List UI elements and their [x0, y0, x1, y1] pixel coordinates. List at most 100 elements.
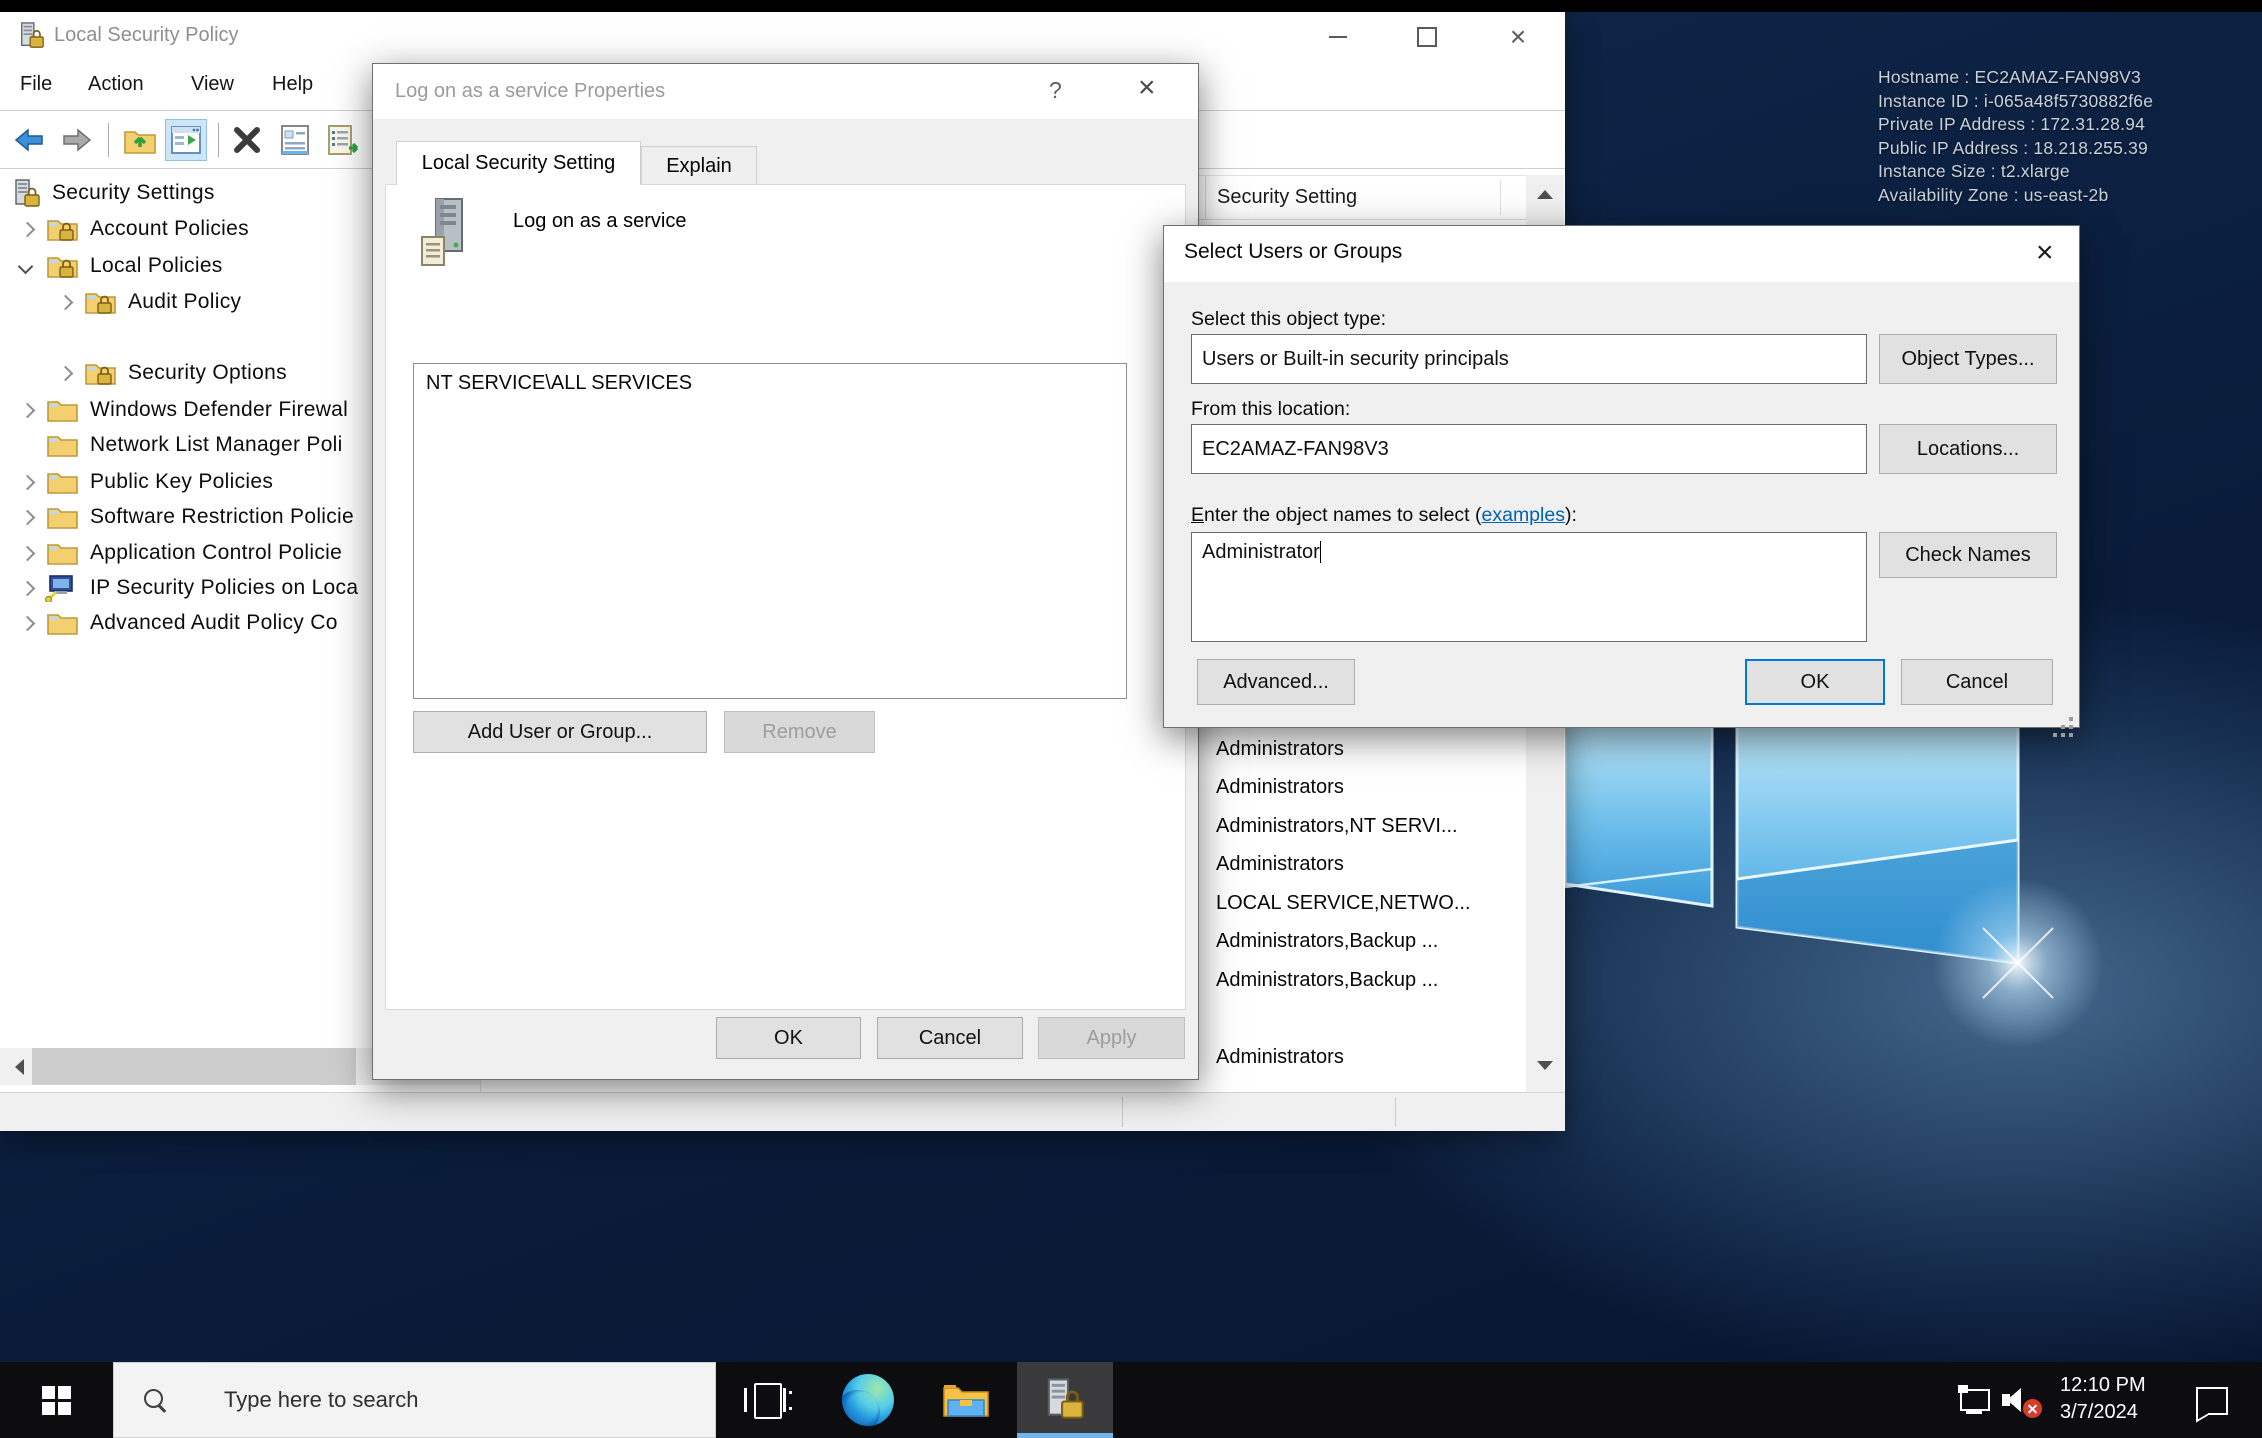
cancel-button[interactable]: Cancel — [1901, 659, 2053, 705]
task-view-button[interactable] — [735, 1362, 799, 1438]
close-icon: × — [1510, 23, 1526, 51]
list-item[interactable]: Administrators — [1216, 845, 1516, 884]
action-center-button[interactable] — [2194, 1362, 2238, 1438]
object-names-input[interactable]: Administrator — [1191, 532, 1867, 642]
select-dialog-titlebar[interactable]: Select Users or Groups × — [1164, 226, 2079, 282]
properties-button[interactable] — [274, 119, 316, 161]
tab-local-security-setting[interactable]: Local Security Setting — [396, 141, 641, 185]
member-item[interactable]: NT SERVICE\ALL SERVICES — [414, 364, 1126, 395]
list-item[interactable]: Administrators — [1216, 768, 1516, 807]
members-listbox[interactable]: NT SERVICE\ALL SERVICES — [413, 363, 1127, 699]
chevron-right-icon[interactable] — [58, 294, 74, 310]
list-item[interactable]: Administrators,Backup ... — [1216, 922, 1516, 961]
folder-lock-icon — [46, 252, 80, 280]
location-field[interactable]: EC2AMAZ-FAN98V3 — [1191, 424, 1867, 474]
list-item[interactable] — [1216, 999, 1516, 1038]
info-instance-size: Instance Size : t2.xlarge — [1878, 160, 2153, 184]
examples-link[interactable]: examples — [1482, 504, 1565, 526]
object-type-field[interactable]: Users or Built-in security principals — [1191, 334, 1867, 384]
maximize-button[interactable] — [1404, 12, 1450, 62]
toolbar-separator — [218, 123, 219, 157]
list-item[interactable]: Administrators — [1216, 730, 1516, 769]
lsp-task-icon — [1043, 1378, 1087, 1422]
up-one-level-button[interactable] — [119, 119, 161, 161]
advanced-button[interactable]: Advanced... — [1197, 659, 1355, 705]
arrow-up-icon — [1537, 190, 1553, 199]
chevron-down-icon[interactable] — [18, 258, 34, 274]
clock-time: 12:10 PM — [2060, 1372, 2160, 1399]
menu-file[interactable]: File — [20, 73, 52, 96]
volume-tray-button[interactable] — [2002, 1362, 2046, 1438]
folder-icon — [46, 503, 80, 531]
policy-server-icon — [418, 197, 474, 269]
object-names-label: Enter the object names to select (exampl… — [1191, 504, 1577, 527]
close-icon[interactable]: × — [1138, 73, 1156, 103]
close-button[interactable]: × — [1495, 12, 1541, 62]
delete-button[interactable] — [226, 119, 268, 161]
back-button[interactable] — [9, 119, 51, 161]
network-tray-button[interactable] — [1958, 1362, 1998, 1438]
edge-button[interactable] — [836, 1362, 900, 1438]
resize-grip[interactable] — [2069, 717, 2073, 721]
instance-info-block: Hostname : EC2AMAZ-FAN98V3 Instance ID :… — [1878, 66, 2153, 207]
properties-titlebar[interactable]: Log on as a service Properties ? × — [373, 64, 1198, 119]
tab-explain[interactable]: Explain — [641, 146, 757, 185]
folder-icon — [46, 396, 80, 424]
menu-action[interactable]: Action — [88, 73, 144, 96]
desktop-screen: Hostname : EC2AMAZ-FAN98V3 Instance ID :… — [0, 0, 2262, 1438]
cancel-button[interactable]: Cancel — [877, 1017, 1023, 1059]
scroll-up-button[interactable] — [1526, 175, 1564, 213]
show-console-tree-button[interactable] — [165, 119, 207, 161]
ok-button[interactable]: OK — [716, 1017, 861, 1059]
close-icon[interactable]: × — [2036, 238, 2054, 268]
minimize-button[interactable] — [1315, 12, 1361, 62]
chevron-right-icon[interactable] — [20, 474, 36, 490]
add-user-or-group-button[interactable]: Add User or Group... — [413, 711, 707, 753]
chevron-right-icon[interactable] — [20, 402, 36, 418]
column-divider[interactable] — [1500, 180, 1501, 215]
chevron-right-icon[interactable] — [58, 365, 74, 381]
folder-lock-icon — [46, 215, 80, 243]
column-header-security-setting[interactable]: Security Setting — [1205, 176, 1357, 219]
folder-icon — [46, 431, 80, 459]
action-center-icon — [2194, 1385, 2228, 1415]
lsp-statusbar — [0, 1092, 1565, 1131]
taskbar-search[interactable]: Type here to search — [113, 1362, 716, 1438]
remove-button[interactable]: Remove — [724, 711, 875, 753]
lsp-taskbar-button[interactable] — [1017, 1362, 1113, 1438]
chevron-right-icon[interactable] — [20, 509, 36, 525]
windows-logo-icon — [42, 1386, 71, 1415]
chevron-right-icon[interactable] — [20, 615, 36, 631]
locations-button[interactable]: Locations... — [1879, 424, 2057, 474]
apply-button[interactable]: Apply — [1038, 1017, 1185, 1059]
forward-button[interactable] — [55, 119, 97, 161]
file-explorer-button[interactable] — [936, 1362, 996, 1438]
chevron-right-icon[interactable] — [20, 221, 36, 237]
ok-button[interactable]: OK — [1745, 659, 1885, 705]
list-item[interactable]: Administrators — [1216, 1038, 1516, 1077]
search-placeholder: Type here to search — [224, 1387, 418, 1413]
help-icon[interactable]: ? — [1049, 77, 1062, 104]
taskbar-clock[interactable]: 12:10 PM 3/7/2024 — [2060, 1372, 2160, 1426]
menu-view[interactable]: View — [191, 73, 234, 96]
lsp-titlebar[interactable]: Local Security Policy × — [0, 12, 1565, 62]
list-item[interactable]: Administrators,Backup ... — [1216, 961, 1516, 1000]
taskbar: Type here to search 12:10 PM 3/7/2024 — [0, 1362, 2262, 1438]
info-instance-id: Instance ID : i-065a48f5730882f6e — [1878, 90, 2153, 114]
chevron-right-icon[interactable] — [20, 545, 36, 561]
check-names-button[interactable]: Check Names — [1879, 532, 2057, 578]
list-item[interactable]: LOCAL SERVICE,NETWO... — [1216, 884, 1516, 923]
folder-up-icon — [122, 122, 158, 158]
console-tree-icon — [168, 122, 204, 158]
object-types-button[interactable]: Object Types... — [1879, 334, 2057, 384]
scroll-down-button[interactable] — [1526, 1046, 1564, 1084]
scrollbar-thumb[interactable] — [32, 1048, 356, 1085]
chevron-right-icon[interactable] — [20, 580, 36, 596]
export-list-button[interactable] — [322, 119, 364, 161]
menu-help[interactable]: Help — [272, 73, 313, 96]
clock-date: 3/7/2024 — [2060, 1399, 2160, 1426]
start-button[interactable] — [10, 1362, 102, 1438]
list-item[interactable]: Administrators,NT SERVI... — [1216, 807, 1516, 846]
object-type-label: Select this object type: — [1191, 308, 1386, 331]
info-availability-zone: Availability Zone : us-east-2b — [1878, 184, 2153, 208]
